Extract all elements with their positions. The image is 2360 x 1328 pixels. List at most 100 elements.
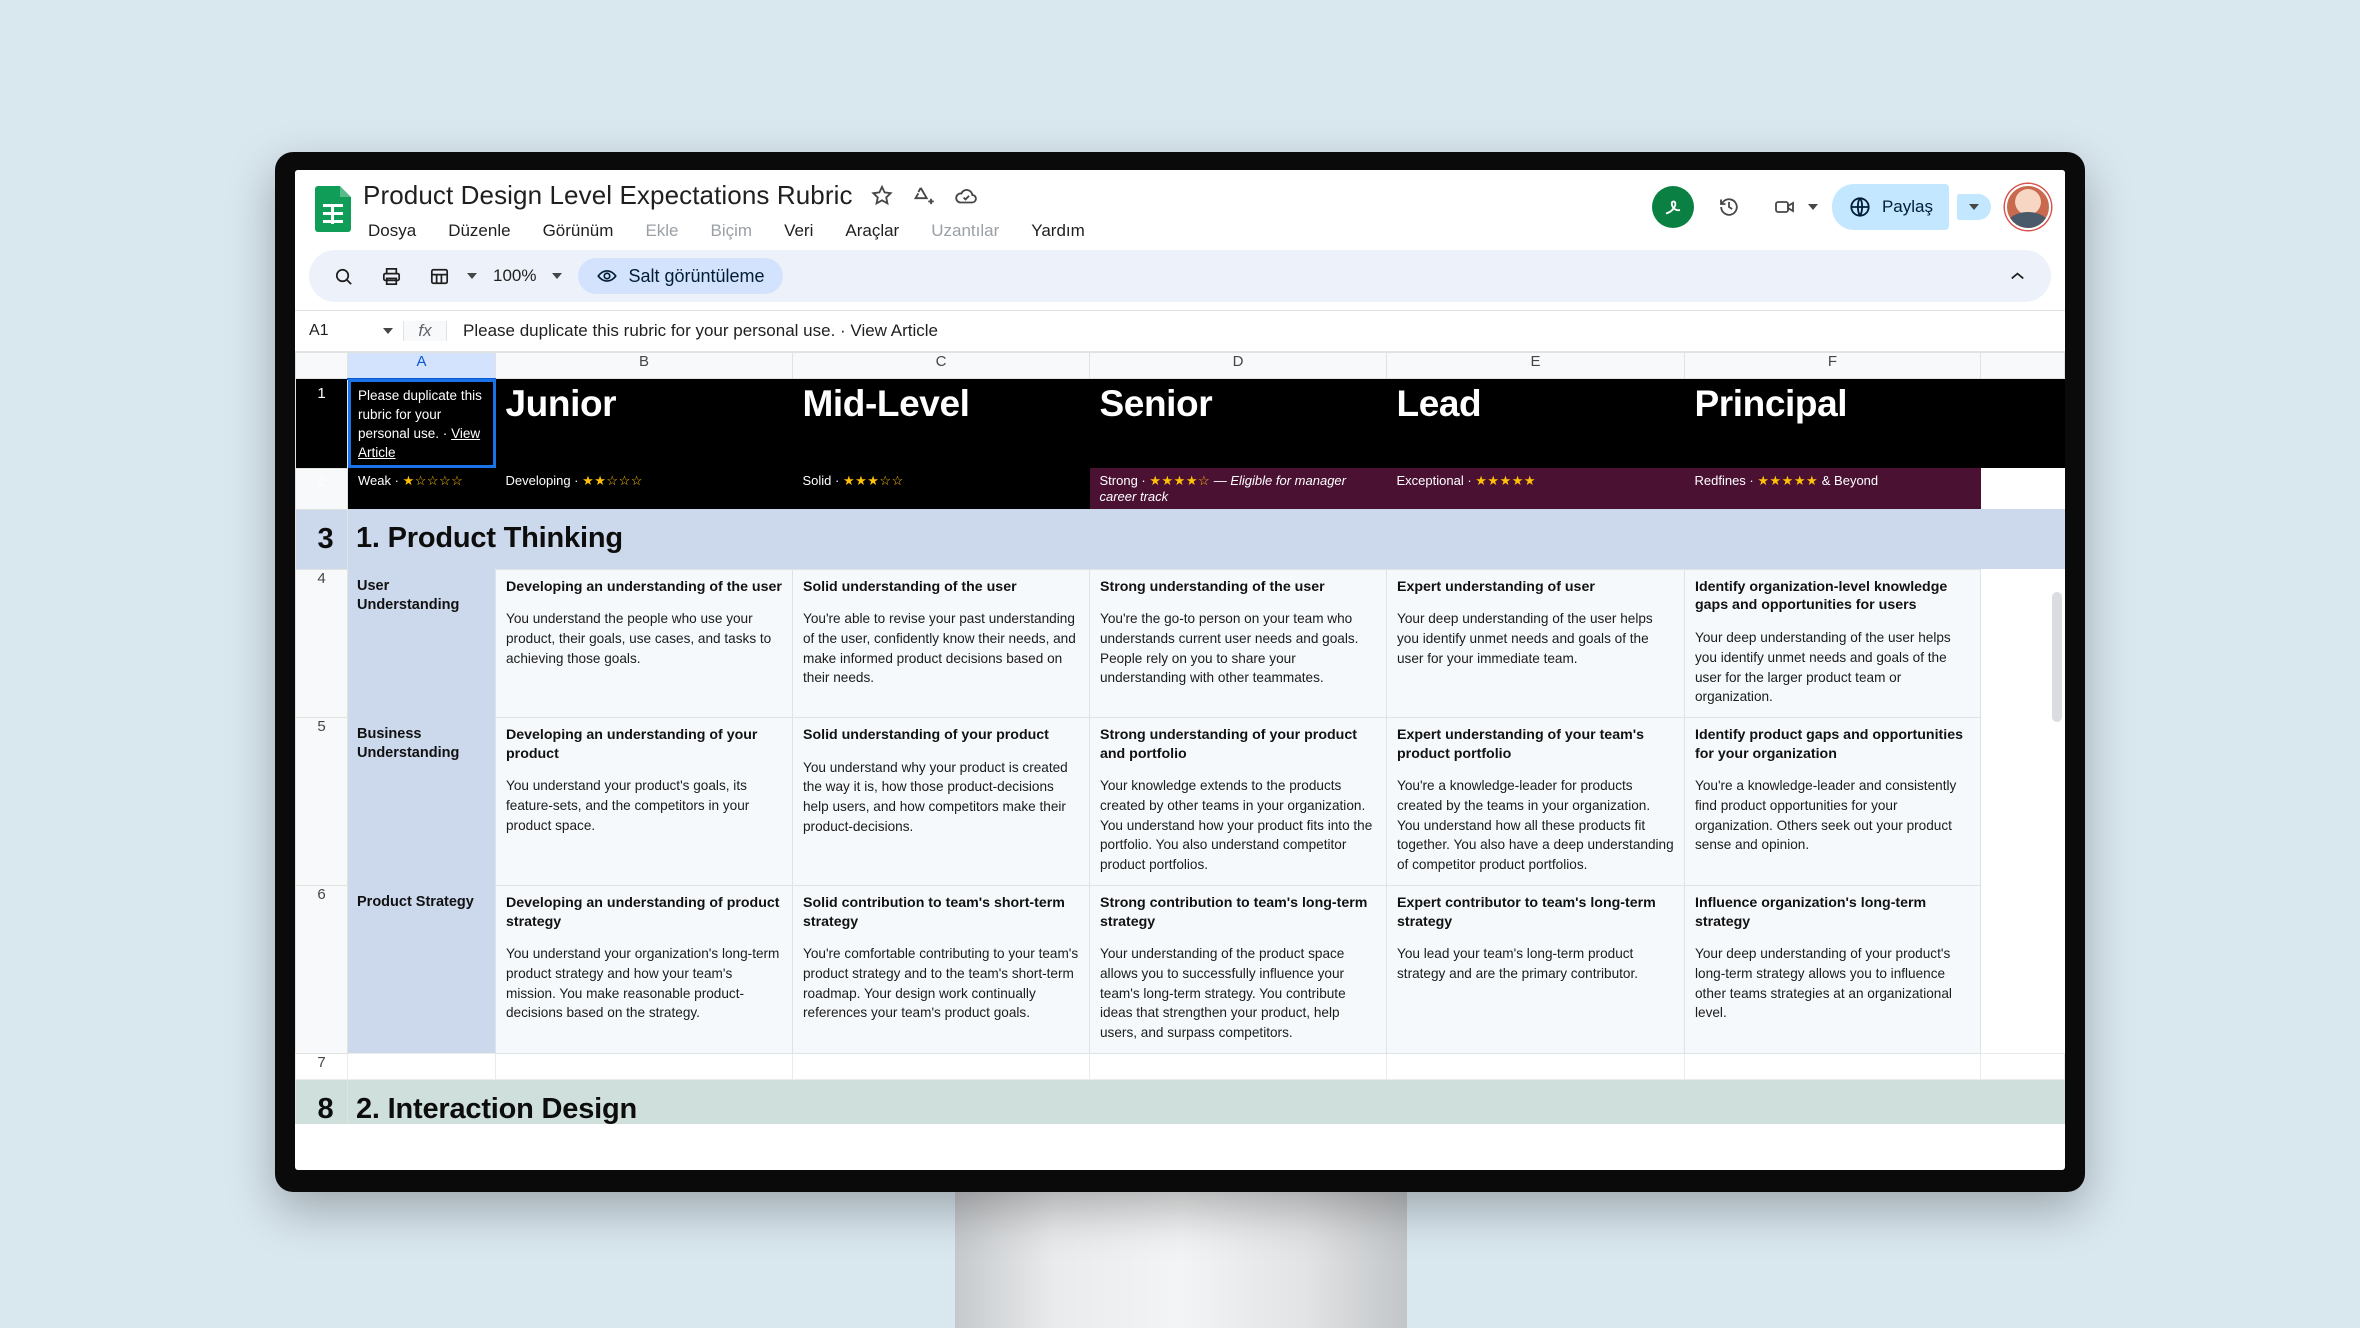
chevron-down-icon[interactable]: [383, 328, 393, 334]
row-header-2[interactable]: 2: [295, 467, 348, 510]
cell-c2[interactable]: Solid · ★★★☆☆: [792, 468, 1090, 510]
rating-suffix: & Beyond: [1818, 473, 1879, 489]
zoom-level[interactable]: 100%: [485, 266, 544, 286]
cell-e5[interactable]: Expert understanding of your team's prod…: [1386, 716, 1685, 886]
cell-e4[interactable]: Expert understanding of user Your deep u…: [1386, 568, 1685, 718]
level-title-mid-level: Mid-Level: [802, 383, 970, 424]
menu-item-araclar[interactable]: Araçlar: [840, 218, 904, 244]
fx-icon: fx: [403, 321, 447, 341]
row-header-8[interactable]: 8: [295, 1078, 348, 1124]
cell-a7[interactable]: [347, 1052, 496, 1080]
row-header-5[interactable]: 5: [295, 716, 348, 886]
cell-e6[interactable]: Expert contributor to team's long-term s…: [1386, 884, 1685, 1054]
select-all-corner[interactable]: [295, 352, 348, 379]
cloud-saved-icon[interactable]: [953, 183, 979, 209]
chevron-down-icon[interactable]: [467, 273, 477, 279]
menu-item-bicim[interactable]: Biçim: [706, 218, 758, 244]
menu-item-gorunum[interactable]: Görünüm: [538, 218, 619, 244]
vertical-scrollbar[interactable]: [2052, 592, 2062, 722]
search-icon[interactable]: [323, 256, 363, 296]
cell-d2[interactable]: Strong · ★★★★☆ — Eligible for manager ca…: [1089, 468, 1387, 510]
collapse-toolbar-icon[interactable]: [1997, 256, 2037, 296]
cell-d5[interactable]: Strong understanding of your product and…: [1089, 716, 1387, 886]
column-header-d[interactable]: D: [1089, 352, 1387, 379]
row-header-6[interactable]: 6: [295, 884, 348, 1054]
editing-mode-pencil-icon[interactable]: [1651, 186, 1694, 228]
cell-c1[interactable]: Mid-Level: [792, 378, 1090, 469]
column-header-c[interactable]: C: [792, 352, 1090, 379]
spreadsheet-view-icon[interactable]: [419, 256, 459, 296]
cell-f6[interactable]: Influence organization's long-term strat…: [1684, 884, 1981, 1054]
chevron-down-icon[interactable]: [552, 273, 563, 279]
print-icon[interactable]: [371, 256, 411, 296]
menu-item-uzantilar[interactable]: Uzantılar: [926, 218, 1004, 244]
section-title-interaction-design[interactable]: 2. Interaction Design: [347, 1079, 1981, 1124]
cell-b7[interactable]: [495, 1052, 793, 1080]
cell-b1[interactable]: Junior: [495, 378, 793, 469]
cell-body: You understand why your product is creat…: [803, 759, 1068, 834]
cell-b2[interactable]: Developing · ★★☆☆☆: [495, 468, 793, 510]
cell-f1[interactable]: Principal: [1684, 378, 1981, 469]
cell-c4[interactable]: Solid understanding of the user You're a…: [792, 568, 1090, 718]
cell-d7[interactable]: [1089, 1052, 1387, 1080]
cell-a1[interactable]: Please duplicate this rubric for your pe…: [347, 378, 496, 469]
column-header-a[interactable]: A: [347, 352, 496, 380]
menu-item-yardim[interactable]: Yardım: [1026, 218, 1090, 244]
page-title[interactable]: Product Design Level Expectations Rubric: [363, 180, 853, 211]
cell-c7[interactable]: [792, 1052, 1090, 1080]
cell-d4[interactable]: Strong understanding of the user You're …: [1089, 568, 1387, 718]
toolbar-wrapper: 100% Salt görüntüleme: [295, 244, 2065, 310]
row-header-7[interactable]: 7: [295, 1052, 348, 1080]
menu-item-dosya[interactable]: Dosya: [363, 218, 421, 244]
chevron-down-icon[interactable]: [1969, 204, 1979, 210]
menu-item-ekle[interactable]: Ekle: [640, 218, 683, 244]
star-icon[interactable]: [869, 183, 895, 209]
version-history-icon[interactable]: [1708, 186, 1750, 228]
monitor-stand: [955, 1192, 1407, 1328]
meet-call-button[interactable]: [1764, 186, 1818, 228]
criterion-label-user-understanding[interactable]: User Understanding: [347, 569, 496, 718]
cell-e7[interactable]: [1386, 1052, 1685, 1080]
formula-input[interactable]: Please duplicate this rubric for your pe…: [447, 321, 938, 341]
share-options-button[interactable]: [1957, 194, 1991, 220]
cell-b5[interactable]: Developing an understanding of your prod…: [495, 716, 793, 886]
spreadsheet-grid[interactable]: A B C D E F 1 Please duplicate this rubr…: [295, 352, 2065, 1124]
column-header-b[interactable]: B: [495, 352, 793, 379]
criterion-label-product-strategy[interactable]: Product Strategy: [347, 885, 496, 1054]
view-only-badge[interactable]: Salt görüntüleme: [578, 258, 783, 294]
cell-a2[interactable]: Weak · ★☆☆☆☆: [347, 468, 496, 510]
cell-e2[interactable]: Exceptional · ★★★★★: [1386, 468, 1685, 510]
cell-d6[interactable]: Strong contribution to team's long-term …: [1089, 884, 1387, 1054]
section-title-product-thinking[interactable]: 1. Product Thinking: [347, 509, 1981, 570]
menu-item-veri[interactable]: Veri: [779, 218, 818, 244]
column-header-e[interactable]: E: [1386, 352, 1685, 379]
cell-d1[interactable]: Senior: [1089, 378, 1387, 469]
table-row: 4 User Understanding Developing an under…: [295, 568, 2065, 718]
name-box[interactable]: A1: [295, 322, 403, 340]
level-title-junior: Junior: [505, 383, 617, 424]
cell-heading: Developing an understanding of the user: [506, 578, 782, 595]
row-header-1[interactable]: 1: [295, 378, 348, 469]
cell-b4[interactable]: Developing an understanding of the user …: [495, 568, 793, 718]
avatar[interactable]: [2005, 184, 2051, 230]
criterion-label-business-understanding[interactable]: Business Understanding: [347, 717, 496, 886]
cell-f5[interactable]: Identify product gaps and opportunities …: [1684, 716, 1981, 886]
video-camera-icon[interactable]: [1764, 186, 1806, 228]
menu-item-duzenle[interactable]: Düzenle: [443, 218, 515, 244]
cell-b6[interactable]: Developing an understanding of product s…: [495, 884, 793, 1054]
cell-c6[interactable]: Solid contribution to team's short-term …: [792, 884, 1090, 1054]
cell-body: You're a knowledge-leader and consistent…: [1695, 778, 1957, 853]
column-header-f[interactable]: F: [1684, 352, 1981, 379]
row-header-3[interactable]: 3: [295, 508, 348, 570]
cell-c5[interactable]: Solid understanding of your product You …: [792, 716, 1090, 886]
cell-f7[interactable]: [1684, 1052, 1981, 1080]
move-to-folder-icon[interactable]: [911, 183, 937, 209]
chevron-down-icon[interactable]: [1807, 204, 1818, 210]
cell-e1[interactable]: Lead: [1386, 378, 1685, 469]
cell-heading: Strong understanding of the user: [1100, 578, 1325, 595]
cell-f4[interactable]: Identify organization-level knowledge ga…: [1684, 568, 1981, 718]
cell-f2[interactable]: Redfines · ★★★★★ & Beyond: [1684, 468, 1981, 510]
cell-heading: Solid understanding of your product: [803, 726, 1049, 743]
row-header-4[interactable]: 4: [295, 568, 348, 718]
share-button[interactable]: Paylaş: [1831, 184, 1949, 230]
